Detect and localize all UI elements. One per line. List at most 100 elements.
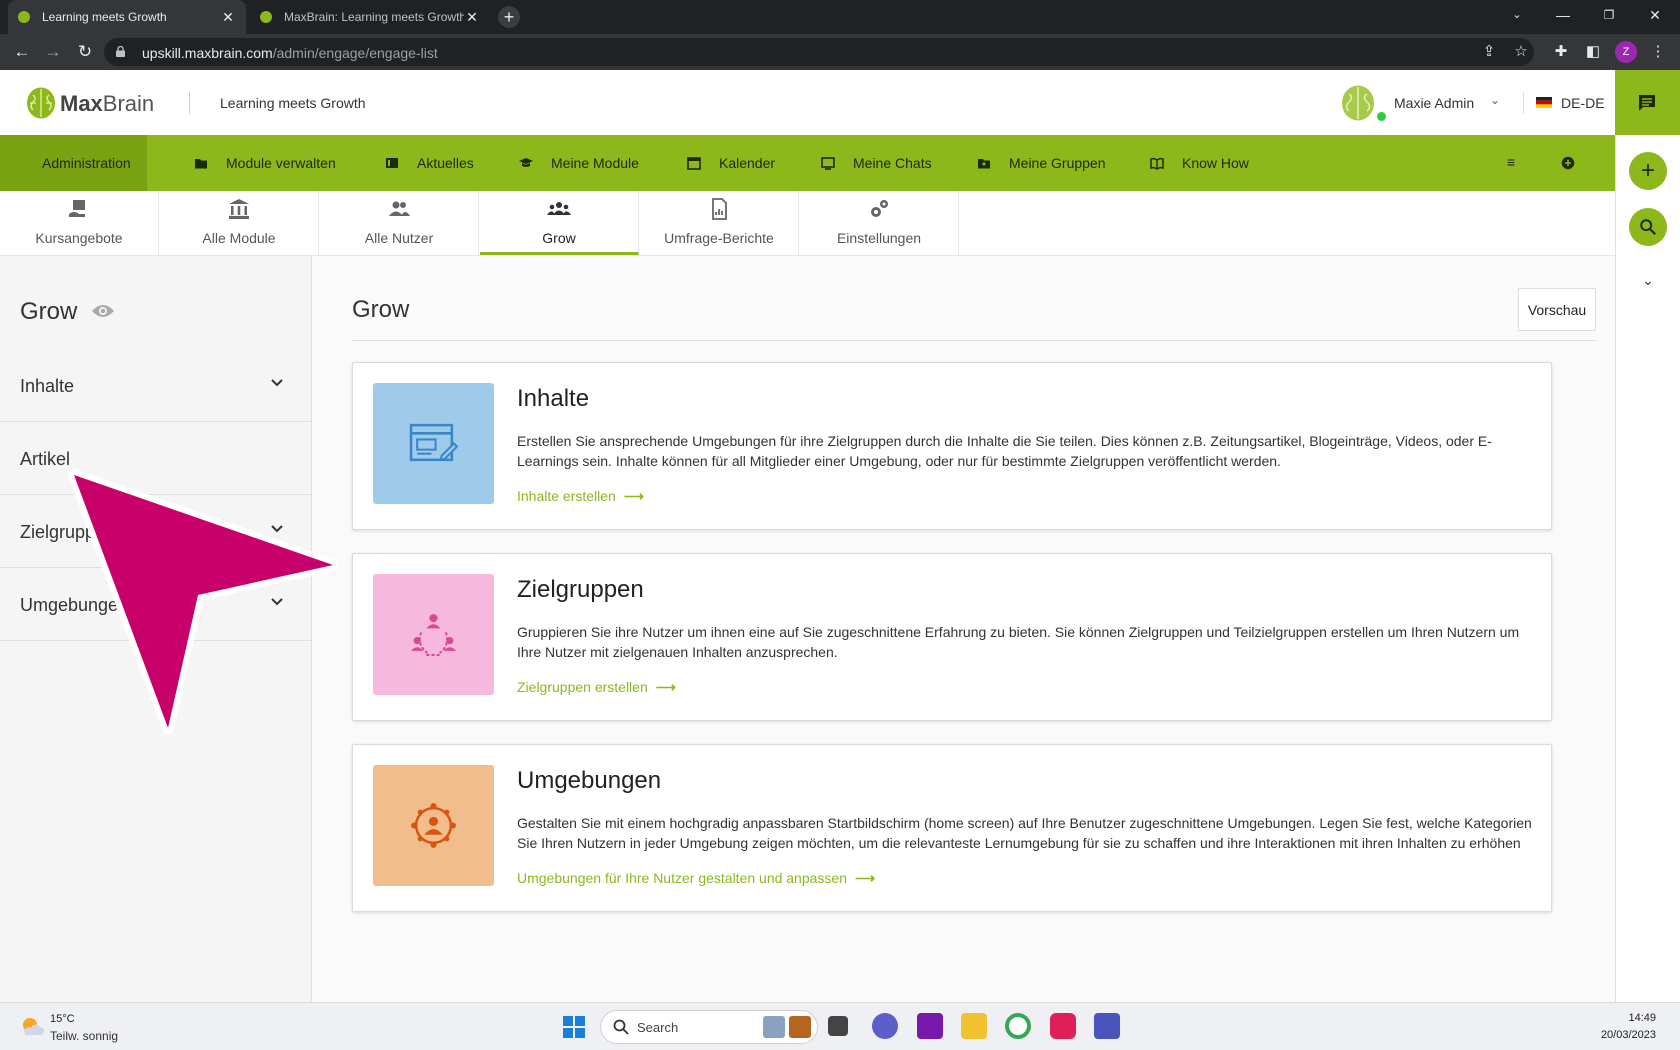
file-explorer-icon[interactable] [961,1013,987,1039]
weather-sun-cloud-icon[interactable] [20,1015,44,1037]
tab-alle-module[interactable]: Alle Module [160,191,319,255]
browser-edit-icon [409,423,458,462]
favicon [18,11,30,23]
tab-title: MaxBrain: Learning meets Growth [284,10,464,24]
add-button[interactable]: + [1629,152,1667,190]
logo-bold: Max [60,91,103,116]
sidebar-item-zielgruppen[interactable]: Zielgruppen [0,495,312,568]
restore-icon[interactable]: ❐ [1586,0,1632,30]
chat-button[interactable] [1615,70,1680,135]
group-icon [547,202,571,215]
sidebar-item-umgebungen[interactable]: Umgebungen [0,568,312,641]
sidebar-item-artikel[interactable]: Artikel [0,422,312,495]
close-tab-icon[interactable]: ✕ [220,9,236,26]
nav-label: Meine Chats [853,155,932,171]
profile-avatar[interactable]: Z [1615,41,1637,63]
tab-einstellungen[interactable]: Einstellungen [800,191,959,255]
chat-icon [821,157,835,170]
teams-chat-icon[interactable] [872,1013,898,1039]
user-avatar[interactable] [1341,85,1375,121]
main-navigation: Administration Module verwalten Aktuelle… [0,135,1615,191]
chevron-down-icon [271,525,283,533]
link-label: Umgebungen für Ihre Nutzer gestalten und… [517,870,847,886]
app-header: MaxBrain Learning meets Growth Maxie Adm… [0,70,1615,135]
logo-wordmark: MaxBrain [60,91,154,117]
nav-administration[interactable]: Administration [0,135,147,191]
side-panel-icon[interactable]: ◧ [1583,42,1603,62]
rail-expand-chevron-icon[interactable]: ⌄ [1640,272,1656,288]
plus-icon: + [1640,157,1655,184]
sidebar-item-label: Artikel [20,449,71,469]
chrome-icon[interactable] [1005,1013,1031,1039]
slack-icon[interactable] [1050,1013,1076,1039]
new-tab-button[interactable]: + [498,6,520,28]
forward-icon[interactable]: → [41,40,65,64]
language-selector[interactable]: DE-DE [1561,95,1605,111]
tab-label: Kursangebote [35,230,123,246]
logo-light: Brain [102,91,155,116]
browser-menu-icon[interactable]: ⋮ [1648,42,1668,62]
lock-icon [116,46,125,57]
nav-know-how[interactable]: Know How [1126,135,1273,191]
sidebar-item-inhalte[interactable]: Inhalte [0,349,312,422]
task-view-icon[interactable] [828,1016,848,1036]
add-circle-icon[interactable] [1559,154,1577,172]
extensions-icon[interactable]: ✚ [1551,42,1571,62]
environment-icon [411,803,456,848]
umgebungen-gestalten-link[interactable]: Umgebungen für Ihre Nutzer gestalten und… [517,870,875,887]
user-name[interactable]: Maxie Admin [1394,95,1474,111]
nav-meine-gruppen[interactable]: Meine Gruppen [953,135,1130,191]
share-icon[interactable]: ⇪ [1479,42,1499,62]
nav-aktuelles[interactable]: Aktuelles [361,135,498,191]
back-icon[interactable]: ← [10,40,34,64]
zielgruppen-erstellen-link[interactable]: Zielgruppen erstellen ⟶ [517,679,676,696]
chevron-down-icon[interactable]: ⌄ [1490,93,1500,107]
link-label: Inhalte erstellen [517,488,616,504]
windows-start-icon[interactable] [563,1016,585,1038]
tab-search-icon[interactable]: ⌄ [1494,0,1540,30]
clock-time: 14:49 [1628,1012,1656,1024]
nav-meine-chats[interactable]: Meine Chats [797,135,956,191]
tab-umfrage-berichte[interactable]: Umfrage-Berichte [640,191,799,255]
browser-tab[interactable]: MaxBrain: Learning meets Growth ✕ [250,0,490,34]
nav-module-verwalten[interactable]: Module verwalten [170,135,360,191]
reload-icon[interactable]: ↻ [73,40,97,64]
tab-alle-nutzer[interactable]: Alle Nutzer [320,191,479,255]
tab-grow[interactable]: Grow [480,191,639,255]
collapse-menu-icon[interactable]: ≡ [1502,154,1520,172]
browser-tab-bar: Learning meets Growth ✕ MaxBrain: Learni… [0,0,1680,34]
eye-icon[interactable] [91,302,115,320]
taskbar-search[interactable]: Search [600,1010,818,1044]
search-placeholder: Search [637,1020,679,1035]
browser-tab-active[interactable]: Learning meets Growth ✕ [8,0,246,34]
tab-label: Alle Nutzer [364,230,434,246]
institution-icon [229,199,249,219]
nav-meine-module[interactable]: Meine Module [495,135,663,191]
news-icon [386,158,398,168]
bookmark-star-icon[interactable]: ☆ [1511,42,1531,62]
minimize-icon[interactable]: — [1540,0,1586,30]
inhalte-erstellen-link[interactable]: Inhalte erstellen ⟶ [517,488,644,505]
nav-label: Kalender [719,155,776,171]
tab-label: Umfrage-Berichte [664,230,774,246]
sidebar-item-label: Inhalte [20,376,75,396]
search-button[interactable] [1629,208,1667,246]
preview-button[interactable]: Vorschau [1518,288,1596,331]
onenote-icon[interactable] [917,1013,943,1039]
card-inhalte: Inhalte Erstellen Sie ansprechende Umgeb… [352,362,1552,530]
book-icon [1150,157,1164,170]
address-bar[interactable]: upskill.maxbrain.com/admin/engage/engage… [104,38,1534,66]
sidebar: Grow Inhalte Artikel Zielgruppen Umgebun… [0,256,312,1002]
windows-taskbar: 15°C Teilw. sonnig Search 14:49 20/03/20… [0,1002,1680,1050]
brain-logo-icon[interactable] [26,87,56,119]
close-window-icon[interactable]: ✕ [1632,0,1678,30]
nav-kalender[interactable]: Kalender [663,135,799,191]
tab-label: Einstellungen [836,230,922,246]
users-icon [389,201,410,216]
close-tab-icon[interactable]: ✕ [464,9,480,26]
url-text: upskill.maxbrain.com/admin/engage/engage… [142,45,438,61]
admin-subtabs: Kursangebote Alle Module Alle Nutzer Gro… [0,191,1615,256]
chevron-down-icon [271,598,283,606]
teams-icon[interactable] [1094,1013,1120,1039]
tab-kursangebote[interactable]: Kursangebote [0,191,159,255]
